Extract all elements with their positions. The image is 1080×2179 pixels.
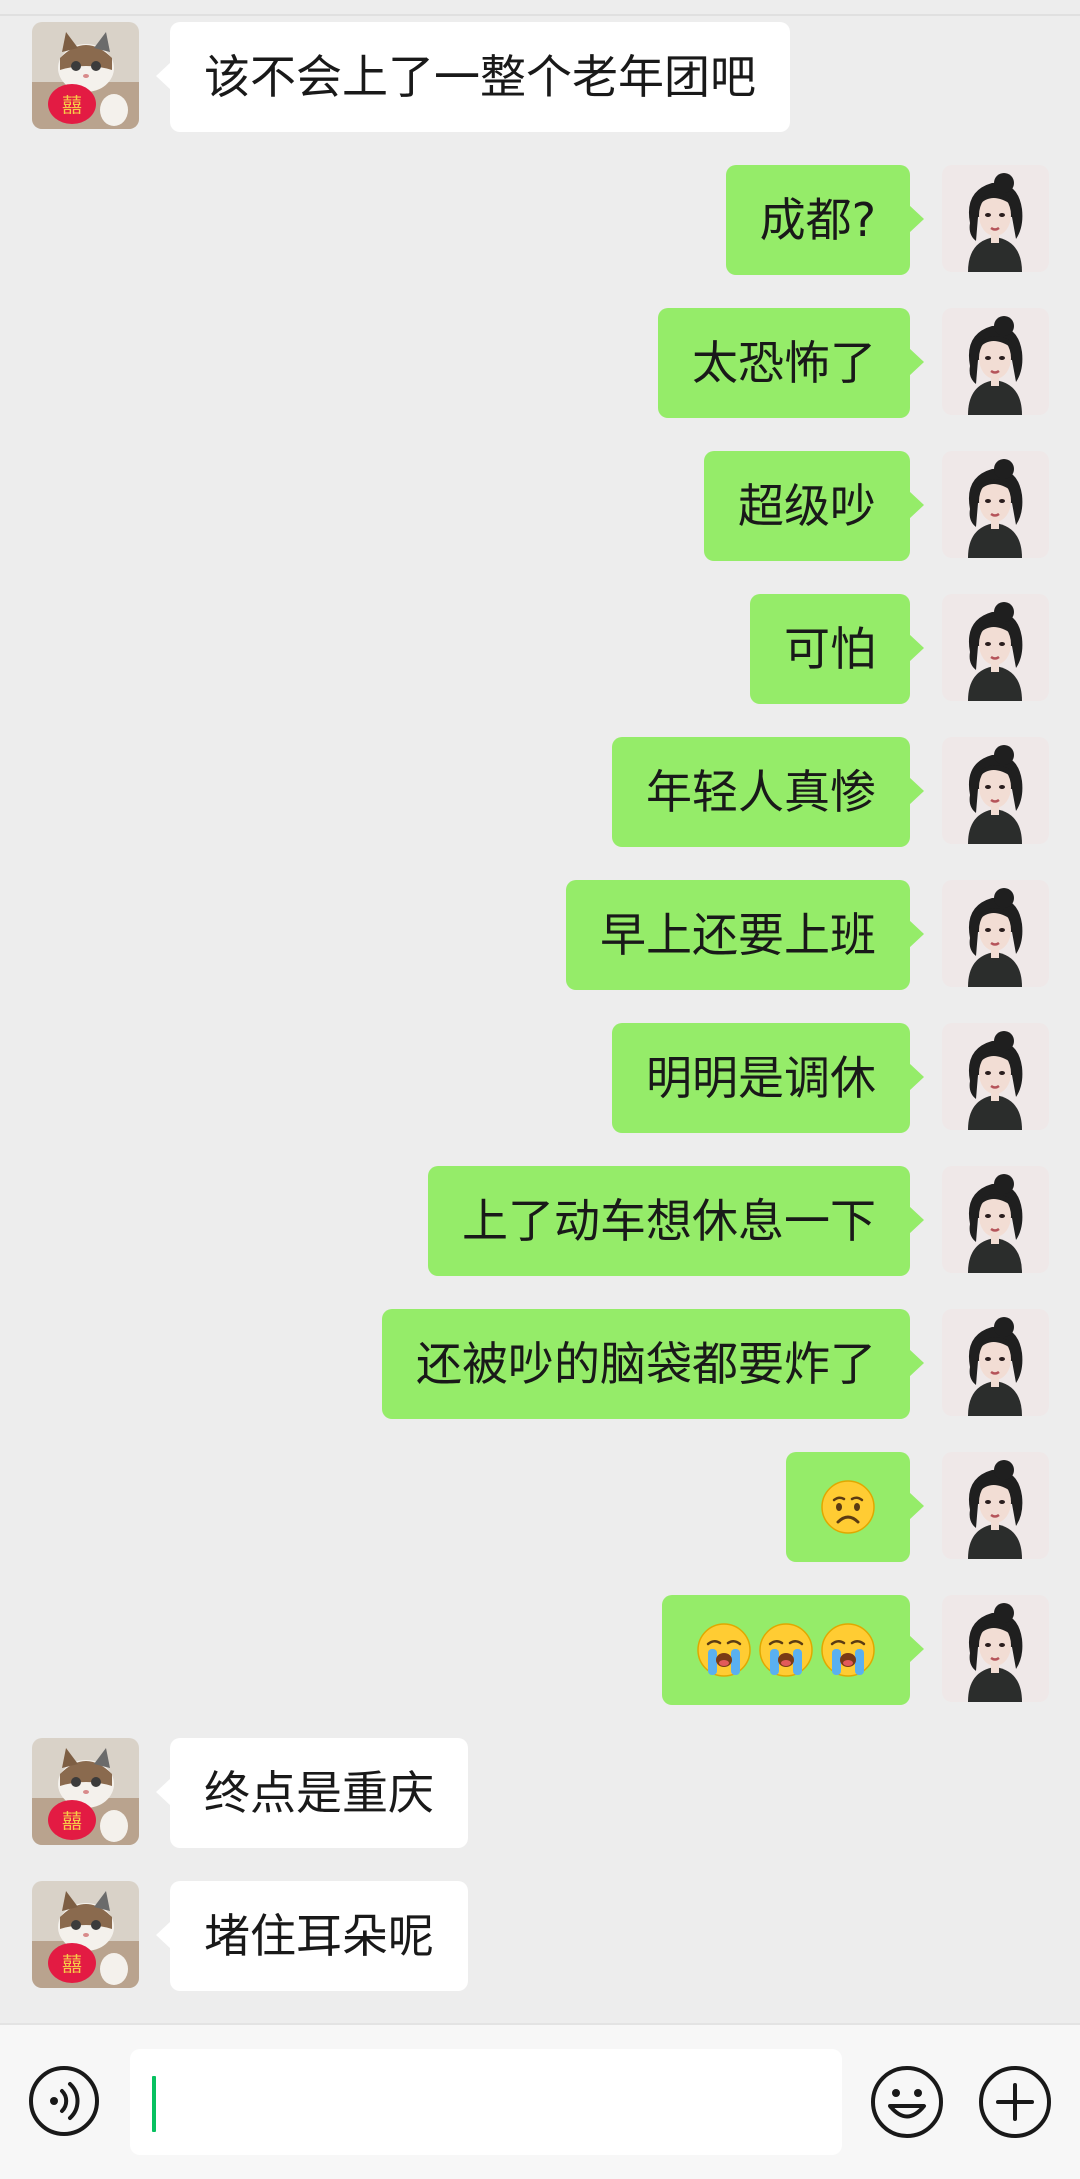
frowning-face-icon: [820, 1479, 876, 1535]
user-avatar[interactable]: [942, 1309, 1049, 1416]
text-caret: [152, 2076, 156, 2132]
message-bubble[interactable]: 早上还要上班: [566, 880, 924, 990]
loudly-crying-face-icon: [820, 1622, 876, 1678]
top-divider: [0, 14, 1080, 16]
smile-icon[interactable]: [870, 2065, 944, 2139]
message-bubble[interactable]: 明明是调休: [612, 1023, 924, 1133]
message-bubble[interactable]: [662, 1595, 924, 1705]
user-avatar[interactable]: [942, 1023, 1049, 1130]
user-avatar[interactable]: [942, 880, 1049, 987]
user-avatar[interactable]: [942, 737, 1049, 844]
contact-avatar[interactable]: 囍: [32, 1881, 139, 1988]
message-row: 可怕: [0, 594, 1080, 706]
message-row: 囍 堵住耳朵呢: [0, 1881, 1080, 1993]
loudly-crying-face-icon: [696, 1622, 752, 1678]
loudly-crying-face-icon: [758, 1622, 814, 1678]
message-row: 年轻人真惨: [0, 737, 1080, 849]
user-avatar[interactable]: [942, 594, 1049, 701]
user-avatar[interactable]: [942, 308, 1049, 415]
message-bubble[interactable]: 年轻人真惨: [612, 737, 924, 847]
message-row: 早上还要上班: [0, 880, 1080, 992]
svg-text:囍: 囍: [62, 93, 82, 117]
svg-text:囍: 囍: [62, 1809, 82, 1833]
message-row: 上了动车想休息一下: [0, 1166, 1080, 1278]
voice-icon[interactable]: [28, 2065, 100, 2137]
message-bubble[interactable]: 太恐怖了: [658, 308, 924, 418]
message-bubble[interactable]: 还被吵的脑袋都要炸了: [382, 1309, 924, 1419]
message-row: [0, 1452, 1080, 1564]
svg-text:囍: 囍: [62, 1952, 82, 1976]
message-bubble[interactable]: 终点是重庆: [156, 1738, 468, 1848]
message-bubble[interactable]: 该不会上了一整个老年团吧: [156, 22, 790, 132]
message-row: 超级吵: [0, 451, 1080, 563]
plus-icon[interactable]: [978, 2065, 1052, 2139]
message-bubble[interactable]: 上了动车想休息一下: [428, 1166, 924, 1276]
user-avatar[interactable]: [942, 165, 1049, 272]
contact-avatar[interactable]: 囍: [32, 22, 139, 129]
message-row: 还被吵的脑袋都要炸了: [0, 1309, 1080, 1421]
user-avatar[interactable]: [942, 1595, 1049, 1702]
message-row: 明明是调休: [0, 1023, 1080, 1135]
message-bubble[interactable]: 可怕: [750, 594, 924, 704]
contact-avatar[interactable]: 囍: [32, 1738, 139, 1845]
message-input[interactable]: [130, 2049, 842, 2155]
message-row: [0, 1595, 1080, 1707]
user-avatar[interactable]: [942, 1166, 1049, 1273]
message-row: 太恐怖了: [0, 308, 1080, 420]
user-avatar[interactable]: [942, 451, 1049, 558]
message-bubble[interactable]: 成都?: [725, 165, 925, 275]
input-bar: [0, 2023, 1080, 2179]
message-row: 成都?: [0, 165, 1080, 277]
message-row: 囍 该不会上了一整个老年团吧: [0, 22, 1080, 134]
message-bubble[interactable]: 堵住耳朵呢: [156, 1881, 468, 1991]
message-bubble[interactable]: 超级吵: [704, 451, 924, 561]
message-row: 囍 终点是重庆: [0, 1738, 1080, 1850]
message-bubble[interactable]: [786, 1452, 924, 1562]
user-avatar[interactable]: [942, 1452, 1049, 1559]
